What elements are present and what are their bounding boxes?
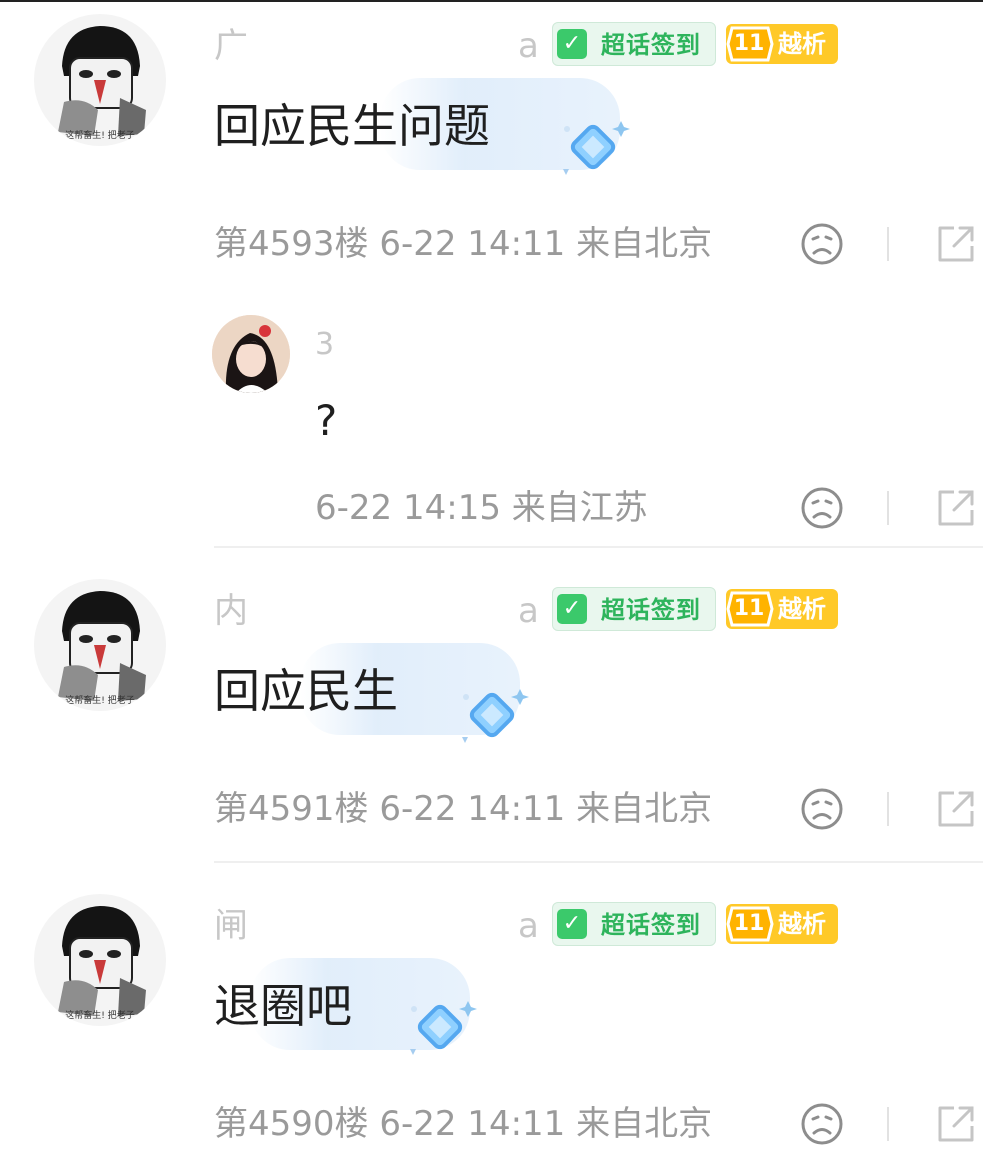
reply-username[interactable]: 3 (315, 325, 495, 365)
avatar-caption: 这帮畜生! 把老子 (65, 1009, 134, 1021)
divider (214, 546, 983, 548)
super-topic-checkin-badge[interactable]: ✓ 超话签到 (552, 587, 716, 631)
action-separator (887, 792, 889, 826)
username[interactable]: 闸a (214, 906, 539, 946)
check-icon: ✓ (557, 909, 587, 939)
share-icon[interactable] (934, 486, 978, 530)
share-icon[interactable] (934, 222, 978, 266)
username-tail: a (518, 26, 539, 66)
comment-content: 回应民生 (214, 664, 398, 718)
reply-avatar[interactable] (212, 315, 290, 393)
avatar[interactable]: 这帮畜生! 把老子 (34, 894, 166, 1026)
username-first: 闸 (214, 906, 248, 946)
dislike-face-icon[interactable] (800, 1102, 844, 1146)
reply-content: ? (315, 396, 338, 445)
action-separator (887, 227, 889, 261)
avatar[interactable]: 这帮畜生! 把老子 (34, 579, 166, 711)
username-tail: a (518, 591, 539, 631)
level-badge[interactable]: 11 越析 (726, 904, 838, 944)
comment-content: 退圈吧 (214, 979, 352, 1033)
avatar-caption: 这帮畜生! 把老子 (65, 694, 134, 706)
meme-avatar-icon: 这帮畜生! 把老子 (58, 591, 146, 706)
level-name: 越析 (778, 595, 826, 623)
meme-avatar-icon: 这帮畜生! 把老子 (58, 906, 146, 1021)
comment-item: 这帮畜生! 把老子 广a ✓ 超话签到 11 越析 回应民生问题 第4593楼 … (0, 0, 983, 280)
reply-meta: 6-22 14:15 来自江苏 (315, 488, 648, 528)
level-badge[interactable]: 11 越析 (726, 24, 838, 64)
dislike-face-icon[interactable] (800, 787, 844, 831)
level-name: 越析 (778, 30, 826, 58)
diamond-icon (462, 689, 529, 743)
action-separator (887, 491, 889, 525)
comment-content: 回应民生问题 (214, 99, 490, 153)
badge-sign-label: 超话签到 (601, 31, 701, 59)
level-number: 11 (733, 31, 765, 56)
badge-sign-label: 超话签到 (601, 596, 701, 624)
username[interactable]: 内a (214, 591, 539, 631)
dislike-face-icon[interactable] (800, 222, 844, 266)
username-first: 内 (214, 591, 248, 631)
avatar[interactable]: 这帮畜生! 把老子 (34, 14, 166, 146)
username[interactable]: 广a (214, 26, 539, 66)
username-tail: a (518, 906, 539, 946)
comment-meta: 第4591楼 6-22 14:11 来自北京 (214, 789, 713, 829)
username-first: 广 (214, 26, 248, 66)
comment-item: 这帮畜生! 把老子 内a ✓ 超话签到 11 越析 回应民生 第4591楼 6-… (0, 565, 983, 845)
check-icon: ✓ (557, 29, 587, 59)
meme-avatar-icon: 这帮畜生! 把老子 (58, 26, 146, 141)
action-separator (887, 1107, 889, 1141)
badge-sign-label: 超话签到 (601, 911, 701, 939)
share-icon[interactable] (934, 787, 978, 831)
comment-item: 这帮畜生! 把老子 闸a ✓ 超话签到 11 越析 退圈吧 第4590楼 6-2… (0, 880, 983, 1165)
diamond-icon (410, 1001, 477, 1055)
avatar-caption: 这帮畜生! 把老子 (65, 129, 134, 141)
divider (214, 861, 983, 863)
level-number: 11 (733, 911, 765, 936)
level-badge[interactable]: 11 越析 (726, 589, 838, 629)
check-icon: ✓ (557, 594, 587, 624)
dislike-face-icon[interactable] (800, 486, 844, 530)
level-number: 11 (733, 596, 765, 621)
diamond-icon (563, 121, 630, 175)
reply-avatar-photo (212, 315, 290, 393)
super-topic-checkin-badge[interactable]: ✓ 超话签到 (552, 902, 716, 946)
comment-meta: 第4590楼 6-22 14:11 来自北京 (214, 1104, 713, 1144)
share-icon[interactable] (934, 1102, 978, 1146)
super-topic-checkin-badge[interactable]: ✓ 超话签到 (552, 22, 716, 66)
comment-meta: 第4593楼 6-22 14:11 来自北京 (214, 224, 713, 264)
level-name: 越析 (778, 910, 826, 938)
